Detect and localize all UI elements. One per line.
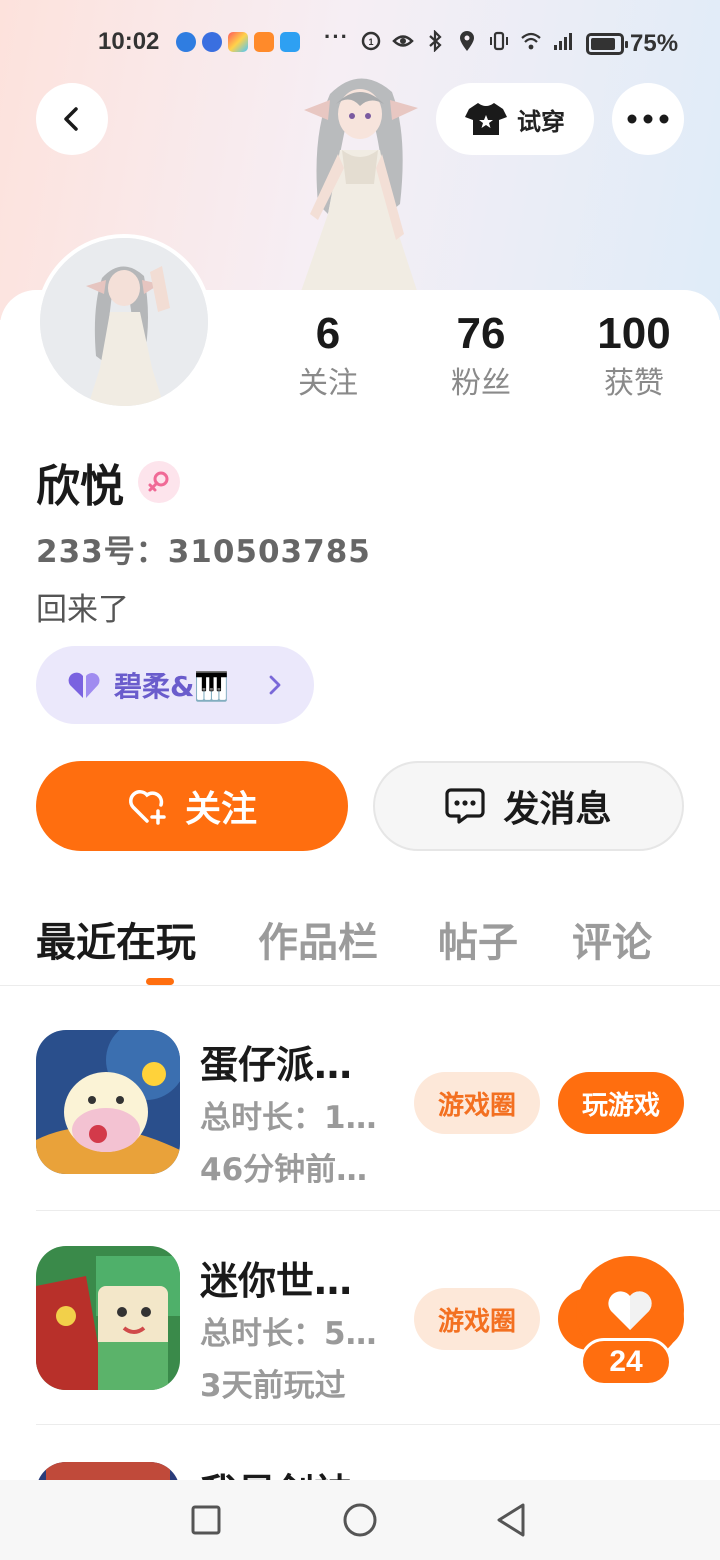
user-id: 233号：310503785 xyxy=(36,534,371,570)
active-tab-indicator xyxy=(146,978,174,985)
status-bar: 10:02 ··· 1 75% xyxy=(0,20,720,64)
heart-plus-icon xyxy=(129,790,166,825)
stat-fans-label: 粉丝 xyxy=(451,366,511,401)
user-bio: 回来了 xyxy=(36,592,129,628)
system-navigation-bar xyxy=(0,1480,720,1560)
chat-bubble-icon xyxy=(445,788,486,824)
more-dots-icon xyxy=(627,114,669,124)
try-on-label: 试穿 xyxy=(517,107,565,136)
game-playtime: 总时长：5… xyxy=(200,1316,377,1352)
play-game-button[interactable]: 玩游戏 xyxy=(558,1072,684,1134)
game-title: 蛋仔派… xyxy=(200,1043,353,1087)
weather-notification-icon xyxy=(280,32,300,52)
game-last-played: 46分钟前… xyxy=(200,1152,368,1188)
game-title: 我是剑神 xyxy=(200,1462,352,1480)
square-icon xyxy=(191,1505,221,1535)
stat-following[interactable]: 6 关注 xyxy=(268,308,388,406)
tshirt-icon xyxy=(465,103,507,135)
music-notification-icon xyxy=(202,32,222,52)
game-playtime: 总时长：1… xyxy=(200,1100,377,1136)
intimacy-tag[interactable]: 碧柔&🎹 xyxy=(36,646,314,724)
game-title: 迷你世… xyxy=(200,1259,353,1303)
stat-following-count: 6 xyxy=(315,309,341,358)
chevron-left-icon xyxy=(64,107,78,131)
send-message-label: 发消息 xyxy=(503,789,612,830)
game-last-played: 3天前玩过 xyxy=(200,1368,346,1404)
list-item[interactable]: 我是剑神 xyxy=(36,1462,684,1480)
vibrate-icon xyxy=(490,31,508,51)
profile-tabs: 最近在玩 作品栏 帖子 评论 xyxy=(36,910,696,990)
game-circle-button[interactable]: 游戏圈 xyxy=(414,1072,540,1134)
triangle-back-icon xyxy=(497,1503,525,1537)
split-heart-icon xyxy=(68,672,100,698)
battery-indicator: 75% xyxy=(586,30,678,58)
avatar-character-image xyxy=(40,238,208,406)
stat-likes-count: 100 xyxy=(597,309,671,358)
send-message-button[interactable]: 发消息 xyxy=(373,761,684,851)
tabs-divider xyxy=(0,985,720,986)
status-time: 10:02 xyxy=(98,28,160,55)
eye-icon xyxy=(392,35,414,47)
heart-icon xyxy=(608,1291,652,1330)
app-notification-icon xyxy=(176,32,196,52)
follow-label: 关注 xyxy=(184,789,257,830)
circle-icon xyxy=(343,1503,377,1537)
try-on-button[interactable]: 试穿 xyxy=(436,83,594,155)
stat-fans[interactable]: 76 粉丝 xyxy=(421,308,541,406)
data-saver-icon: 1 xyxy=(361,31,381,51)
wifi-icon xyxy=(521,32,541,50)
app-notification-icon xyxy=(228,32,248,52)
stat-likes-label: 获赞 xyxy=(604,366,664,401)
like-count: 24 xyxy=(580,1338,672,1386)
tab-works[interactable]: 作品栏 xyxy=(258,910,378,968)
character-illustration xyxy=(298,78,420,300)
home-button[interactable] xyxy=(340,1500,380,1540)
battery-percent: 75% xyxy=(630,30,679,57)
game-icon[interactable] xyxy=(36,1462,180,1480)
back-button[interactable] xyxy=(36,83,108,155)
tab-recently-played[interactable]: 最近在玩 xyxy=(36,910,196,968)
row-divider xyxy=(36,1210,720,1211)
game-icon-mini-world[interactable] xyxy=(36,1246,180,1390)
avatar[interactable] xyxy=(36,234,212,410)
more-options-button[interactable] xyxy=(612,83,684,155)
battery-icon xyxy=(586,33,628,55)
location-icon xyxy=(460,31,474,51)
stat-following-label: 关注 xyxy=(298,366,358,401)
svg-text:1: 1 xyxy=(368,37,373,47)
floating-like-button[interactable]: 24 xyxy=(576,1256,684,1388)
chevron-right-icon xyxy=(269,675,281,695)
status-more-indicator: ··· xyxy=(324,24,349,49)
game-circle-button[interactable]: 游戏圈 xyxy=(414,1288,540,1350)
back-nav-button[interactable] xyxy=(492,1500,532,1540)
cell-signal-icon xyxy=(554,33,572,50)
row-divider xyxy=(36,1424,720,1425)
recent-apps-button[interactable] xyxy=(186,1500,226,1540)
bluetooth-icon xyxy=(429,30,442,52)
stat-likes[interactable]: 100 获赞 xyxy=(574,308,694,406)
follow-button[interactable]: 关注 xyxy=(36,761,348,851)
name-row: 欣悦 xyxy=(36,450,180,514)
video-notification-icon xyxy=(254,32,274,52)
notification-app-icons xyxy=(176,32,300,52)
intimacy-tag-label: 碧柔&🎹 xyxy=(114,670,230,703)
battery-fill xyxy=(591,38,615,50)
stat-fans-count: 76 xyxy=(456,309,506,358)
status-system-icons: 1 xyxy=(360,30,574,52)
user-name: 欣悦 xyxy=(36,461,124,512)
tab-posts[interactable]: 帖子 xyxy=(438,910,518,968)
tab-comments[interactable]: 评论 xyxy=(572,910,652,968)
list-item[interactable]: 蛋仔派… 总时长：1… 46分钟前… 游戏圈 玩游戏 xyxy=(36,1030,684,1210)
female-gender-icon xyxy=(138,461,180,503)
game-icon-eggy-party[interactable] xyxy=(36,1030,180,1174)
